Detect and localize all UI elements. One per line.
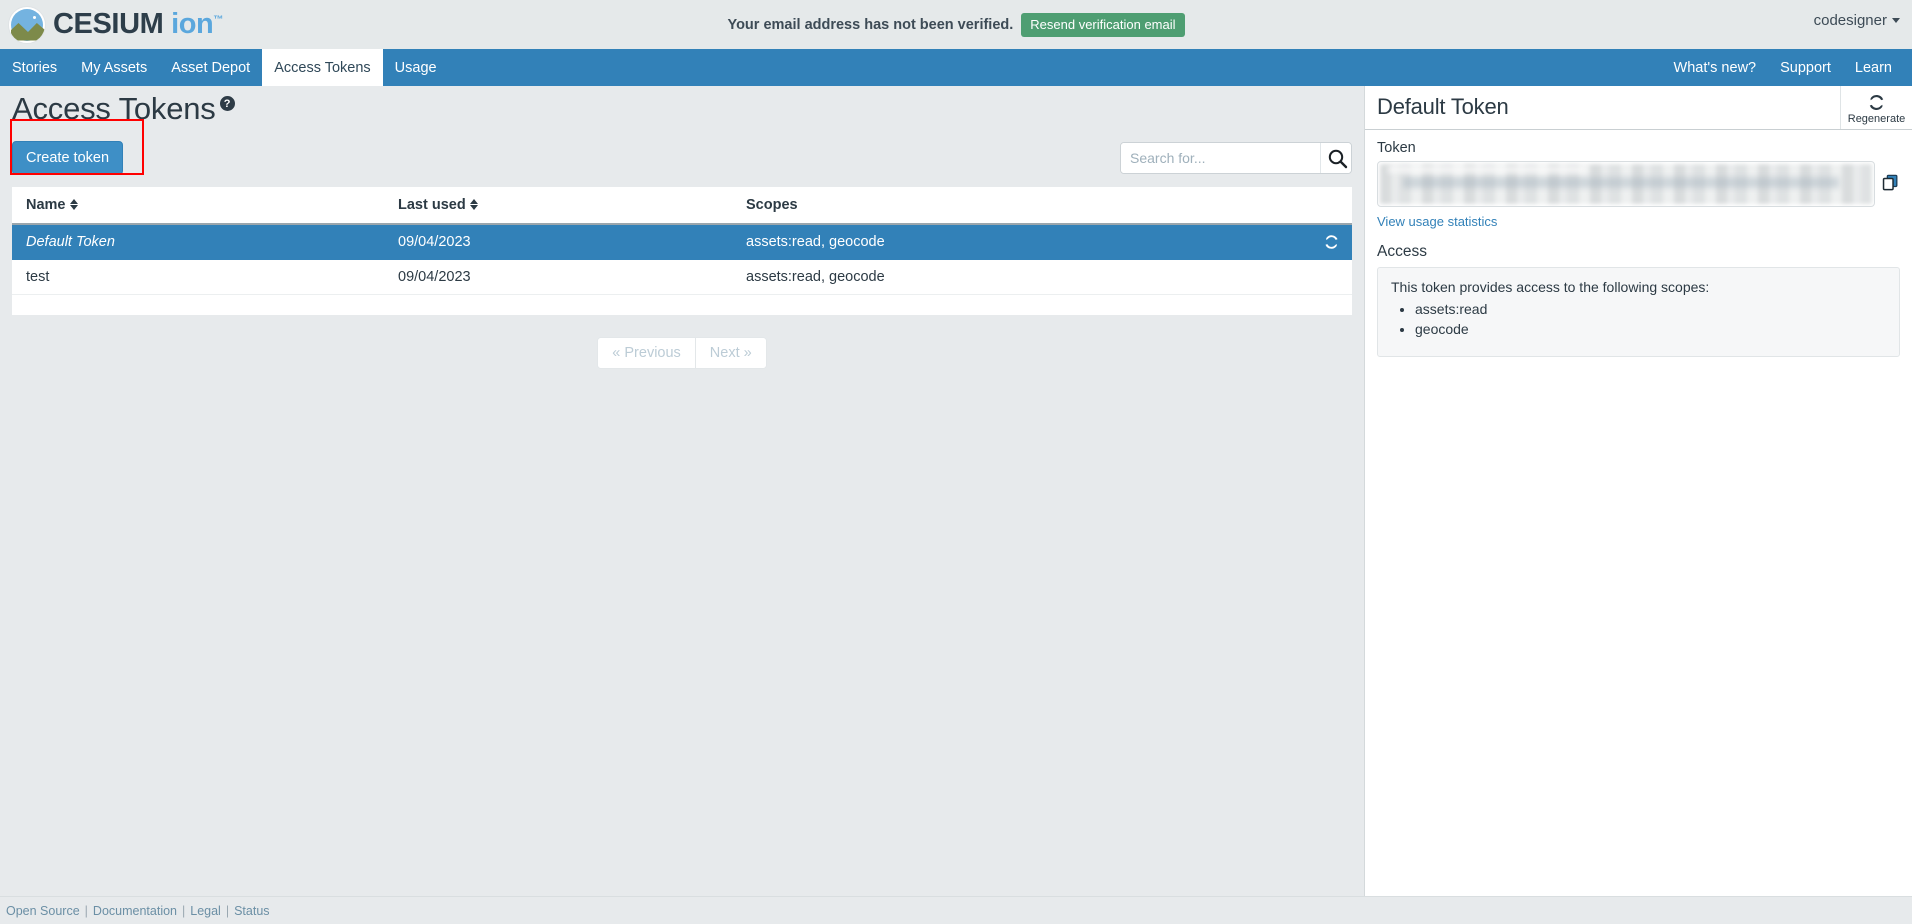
footer-link-documentation[interactable]: Documentation	[93, 904, 177, 918]
footer-link-open-source[interactable]: Open Source	[6, 904, 80, 918]
tokens-table: Name Last used Scopes Default Token 09/0…	[12, 187, 1352, 296]
access-section-label: Access	[1377, 243, 1427, 260]
page-footer: Open Source | Documentation | Legal | St…	[0, 896, 1912, 924]
token-field-label: Token	[1377, 140, 1416, 156]
action-row: Create token	[10, 119, 1352, 181]
column-header-last-used-label: Last used	[398, 197, 466, 214]
copy-token-button[interactable]	[1881, 161, 1900, 192]
brand-wordmark: CESIUM ion™	[53, 8, 223, 41]
view-usage-statistics-link[interactable]: View usage statistics	[1377, 214, 1497, 229]
user-menu[interactable]: codesigner	[1814, 12, 1900, 29]
username-label: codesigner	[1813, 12, 1887, 29]
nav-item-usage[interactable]: Usage	[383, 49, 449, 86]
cell-scopes: assets:read, geocode	[732, 259, 1352, 296]
tokens-table-header-row: Name Last used Scopes	[12, 187, 1352, 226]
column-header-last-used[interactable]: Last used	[384, 187, 732, 226]
footer-separator: |	[225, 903, 230, 918]
list-item: assets:read	[1415, 299, 1886, 319]
footer-link-status[interactable]: Status	[234, 904, 269, 918]
token-detail-body: Token View usage statistics Access This	[1365, 130, 1912, 357]
cell-last-used: 09/04/2023	[384, 224, 732, 261]
content-area: Access Tokens ? Create token Search for.…	[0, 86, 1912, 896]
regenerate-icon	[1869, 94, 1884, 110]
sort-icon-name[interactable]	[69, 198, 79, 211]
top-bar: CESIUM ion™ Your email address has not b…	[0, 0, 1912, 49]
search-box	[1120, 142, 1352, 175]
cell-last-used: 09/04/2023	[384, 259, 732, 296]
regenerate-label: Regenerate	[1847, 112, 1906, 125]
access-description: This token provides access to the follow…	[1391, 279, 1710, 295]
search-input[interactable]	[1121, 143, 1320, 174]
list-item: geocode	[1415, 319, 1886, 339]
token-value-field[interactable]	[1377, 161, 1875, 207]
brand-logo[interactable]: CESIUM ion™	[0, 5, 223, 44]
nav-right-group: What's new? Support Learn	[1662, 49, 1912, 86]
nav-item-my-assets[interactable]: My Assets	[69, 49, 159, 86]
nav-item-whats-new[interactable]: What's new?	[1662, 49, 1769, 86]
cell-token-name: test	[12, 259, 384, 296]
regenerate-button[interactable]: Regenerate	[1840, 86, 1912, 129]
access-scopes-list: assets:read geocode	[1391, 299, 1886, 340]
access-scopes-box: This token provides access to the follow…	[1377, 267, 1900, 357]
nav-item-support[interactable]: Support	[1768, 49, 1843, 86]
create-token-button[interactable]: Create token	[12, 141, 124, 176]
resend-verification-button[interactable]: Resend verification email	[1021, 12, 1185, 37]
copy-icon	[1882, 174, 1898, 191]
tokens-main-column: Access Tokens ? Create token Search for.…	[0, 86, 1364, 896]
cell-scopes-label: assets:read, geocode	[746, 234, 885, 251]
column-header-scopes: Scopes	[732, 187, 1352, 226]
nav-item-learn[interactable]: Learn	[1843, 49, 1904, 86]
table-row[interactable]: test 09/04/2023 assets:read, geocode	[12, 259, 1352, 296]
pagination: « Previous Next »	[12, 337, 1352, 370]
token-detail-title: Default Token	[1377, 94, 1509, 119]
trademark-symbol: ™	[213, 14, 223, 26]
page-title-row: Access Tokens ?	[12, 86, 1352, 127]
token-redaction-overlay-2	[1387, 166, 1587, 174]
token-redaction-overlay-1	[1402, 176, 1840, 189]
tokens-table-body: Default Token 09/04/2023 assets:read, ge…	[12, 224, 1352, 296]
column-header-name-label: Name	[26, 197, 66, 214]
token-detail-header: Default Token Regenerate	[1365, 86, 1912, 130]
tokens-table-head: Name Last used Scopes	[12, 187, 1352, 226]
cell-scopes: assets:read, geocode	[732, 224, 1352, 261]
table-row[interactable]: Default Token 09/04/2023 assets:read, ge…	[12, 224, 1352, 261]
footer-separator: |	[182, 903, 186, 918]
cell-token-name: Default Token	[12, 224, 384, 261]
column-header-scopes-label: Scopes	[746, 197, 798, 214]
main-navigation: Stories My Assets Asset Depot Access Tok…	[0, 49, 1912, 86]
next-page-button[interactable]: Next »	[694, 338, 766, 369]
nav-item-asset-depot[interactable]: Asset Depot	[159, 49, 262, 86]
verification-message: Your email address has not been verified…	[727, 16, 1014, 33]
footer-separator: |	[84, 903, 88, 918]
search-icon	[1328, 149, 1348, 168]
verification-banner: Your email address has not been verified…	[0, 0, 1912, 49]
row-refresh-icon[interactable]	[1323, 234, 1340, 251]
cesium-globe-icon	[8, 5, 46, 44]
help-icon[interactable]: ?	[219, 96, 235, 111]
chevron-down-icon	[1892, 18, 1900, 23]
page-title: Access Tokens	[12, 91, 216, 126]
brand-name-sub: ion	[171, 8, 214, 40]
previous-page-button[interactable]: « Previous	[598, 338, 695, 369]
column-header-name[interactable]: Name	[12, 187, 384, 226]
nav-item-access-tokens[interactable]: Access Tokens	[262, 49, 383, 86]
token-detail-panel: Default Token Regenerate Token View usag…	[1364, 86, 1912, 896]
token-value-row	[1377, 161, 1900, 207]
brand-name-main: CESIUM	[53, 8, 164, 40]
tokens-table-container: Name Last used Scopes Default Token 09/0…	[12, 187, 1352, 316]
refresh-icon	[1325, 235, 1338, 249]
nav-left-group: Stories My Assets Asset Depot Access Tok…	[0, 49, 449, 86]
nav-item-stories[interactable]: Stories	[0, 49, 69, 86]
sort-icon-last-used[interactable]	[469, 198, 479, 211]
search-button[interactable]	[1320, 143, 1351, 174]
footer-link-legal[interactable]: Legal	[190, 904, 221, 918]
table-bottom-padding	[12, 295, 1352, 316]
